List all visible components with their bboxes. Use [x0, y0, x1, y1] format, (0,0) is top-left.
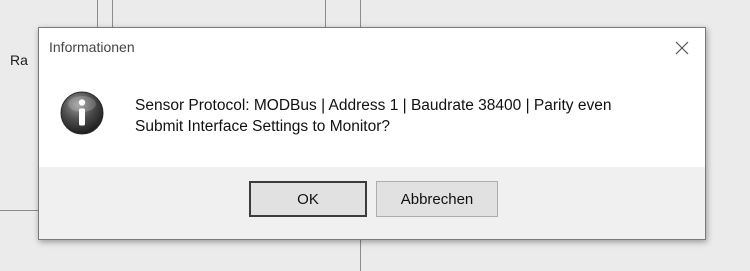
- screen: Ra Informationen Sensor Protocol: MODBus…: [0, 0, 750, 271]
- background-divider: [360, 240, 361, 271]
- message-dialog: Informationen Sensor Protocol: MODBus | …: [38, 27, 706, 240]
- background-label: Ra: [10, 52, 28, 68]
- background-divider: [112, 0, 113, 28]
- close-icon: [675, 41, 689, 55]
- ok-button[interactable]: OK: [249, 181, 367, 217]
- dialog-footer: OK Abbrechen: [39, 167, 705, 239]
- dialog-body: Sensor Protocol: MODBus | Address 1 | Ba…: [39, 68, 705, 167]
- dialog-title: Informationen: [49, 39, 135, 55]
- background-divider: [97, 0, 98, 28]
- info-icon: [60, 91, 104, 135]
- cancel-button[interactable]: Abbrechen: [376, 181, 498, 217]
- message-line: Submit Interface Settings to Monitor?: [135, 118, 391, 135]
- message-line: Sensor Protocol: MODBus | Address 1 | Ba…: [135, 97, 612, 114]
- close-button[interactable]: [659, 28, 705, 68]
- background-divider: [325, 0, 326, 28]
- dialog-title-bar[interactable]: Informationen: [39, 28, 705, 68]
- background-divider: [0, 210, 38, 211]
- background-divider: [360, 0, 361, 28]
- dialog-message: Sensor Protocol: MODBus | Address 1 | Ba…: [135, 95, 611, 137]
